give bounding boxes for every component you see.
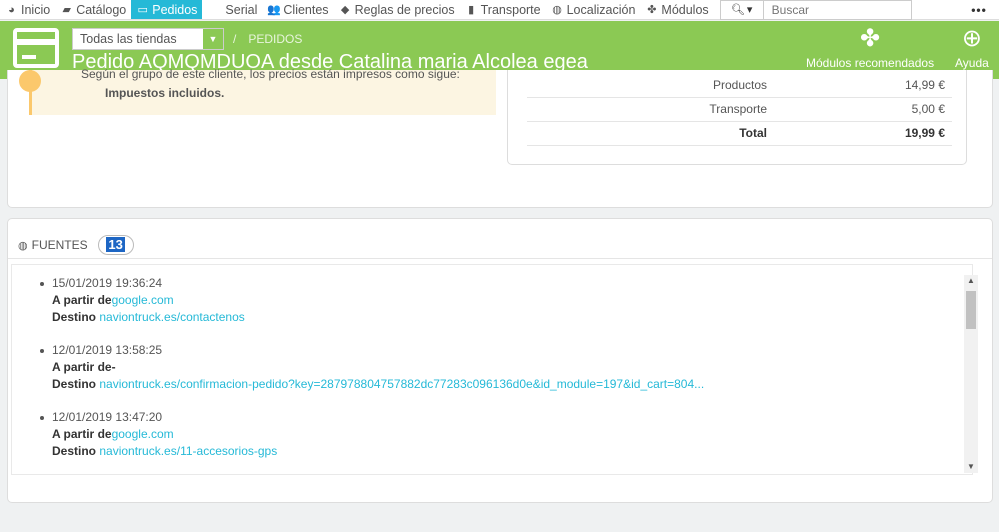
globe-icon: ◍ — [552, 4, 562, 16]
source-entry: 15/01/2019 19:36:24 A partir degoogle.co… — [40, 275, 972, 326]
sources-scrollbar[interactable]: ▲ ▼ — [964, 275, 978, 473]
globe-icon: ◍ — [18, 239, 28, 252]
nav-item-serial[interactable]: Serial — [220, 0, 262, 19]
puzzle-icon: ✤ — [647, 4, 657, 16]
scroll-down-arrow-icon[interactable]: ▼ — [964, 461, 978, 473]
sources-panel: ◍ Fuentes 13 15/01/2019 19:36:24 A parti… — [7, 218, 993, 503]
warning-icon — [19, 70, 41, 92]
nav-item-localizacion[interactable]: ◍ Localización — [546, 0, 641, 19]
nav-item-clientes[interactable]: 👥 Clientes — [262, 0, 333, 19]
credit-card-icon — [13, 28, 59, 68]
order-summary-panel: Según el grupo de este cliente, los prec… — [7, 67, 993, 208]
totals-row-total: Total 19,99 € — [527, 121, 952, 146]
scrollbar-thumb[interactable] — [966, 291, 976, 329]
caret-down-icon: ▼ — [203, 29, 223, 49]
source-from-value: - — [111, 360, 116, 374]
search-input[interactable] — [763, 0, 912, 20]
recommended-modules-button[interactable]: ✤ Módulos recomendados — [806, 25, 934, 71]
source-destination-link[interactable]: naviontruck.es/11-accesorios-gps — [99, 444, 277, 458]
nav-item-catalogo[interactable]: ▰ Catálogo — [55, 0, 131, 19]
top-navigation: ◕ Inicio ▰ Catálogo ▭ Pedidos Serial 👥 Clien… — [0, 0, 999, 20]
search-group: 🔍︎ ▾ — [719, 0, 912, 20]
divider — [8, 258, 992, 259]
tag-icon: ◆ — [340, 4, 350, 16]
breadcrumb-pedidos[interactable]: PEDIDOS — [248, 32, 302, 46]
totals-row-transporte: Transporte 5,00 € — [527, 97, 952, 122]
book-icon: ▰ — [62, 4, 71, 16]
source-from-link[interactable]: google.com — [112, 293, 174, 307]
help-button[interactable]: ⊕ Ayuda — [955, 25, 989, 71]
order-totals-box: Productos 14,99 € Transporte 5,00 € Total 1… — [507, 70, 967, 165]
source-entry: 12/01/2019 13:47:20 A partir degoogle.co… — [40, 409, 972, 460]
credit-card-icon: ▭ — [137, 4, 148, 16]
nav-item-reglas-precios[interactable]: ◆ Reglas de precios — [334, 0, 460, 19]
nav-item-transporte[interactable]: ▮ Transporte — [460, 0, 546, 19]
dashboard-icon: ◕ — [8, 3, 15, 16]
sources-list-scroll[interactable]: 15/01/2019 19:36:24 A partir degoogle.co… — [11, 264, 973, 475]
nav-item-pedidos[interactable]: ▭ Pedidos — [131, 0, 203, 19]
search-type-button[interactable]: 🔍︎ ▾ — [719, 0, 764, 20]
lifebuoy-icon: ⊕ — [961, 25, 982, 52]
caret-down-icon: ▾ — [746, 4, 753, 16]
source-from-link[interactable]: google.com — [112, 427, 174, 441]
source-entry: 12/01/2019 13:58:25 A partir de- Destino… — [40, 342, 972, 393]
users-icon: 👥 — [267, 4, 282, 16]
totals-row-productos: Productos 14,99 € — [527, 73, 952, 98]
search-icon: 🔍︎ — [730, 4, 745, 16]
sources-count-badge: 13 — [97, 235, 134, 255]
source-destination-link[interactable]: naviontruck.es/contactenos — [99, 310, 244, 324]
more-menu-button[interactable]: ••• — [959, 0, 999, 19]
shop-selector[interactable]: Todas las tiendas ▼ — [72, 28, 224, 50]
source-destination-link[interactable]: naviontruck.es/confirmacion-pedido?key=2… — [99, 377, 704, 391]
breadcrumb: / PEDIDOS — [233, 32, 303, 46]
nav-item-inicio[interactable]: ◕ Inicio — [0, 0, 55, 19]
tax-warning-alert: Según el grupo de este cliente, los prec… — [19, 67, 496, 115]
order-totals-table: Productos 14,99 € Transporte 5,00 € Total 1… — [527, 73, 952, 146]
sources-panel-heading: ◍ Fuentes 13 — [18, 235, 134, 255]
sources-panel-title: Fuentes — [31, 238, 88, 252]
nav-item-modulos[interactable]: ✤ Módulos — [640, 0, 713, 19]
puzzle-icon: ✤ — [859, 25, 881, 52]
scroll-up-arrow-icon[interactable]: ▲ — [964, 275, 978, 287]
truck-icon: ▮ — [468, 4, 475, 16]
